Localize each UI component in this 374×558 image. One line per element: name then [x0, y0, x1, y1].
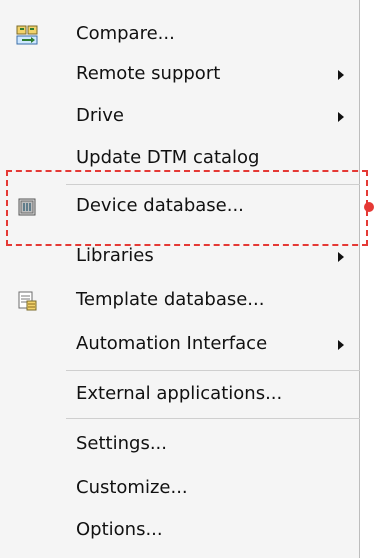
- template-database-icon: [16, 290, 38, 312]
- highlight-dot: [364, 202, 374, 212]
- menu-separator: [66, 184, 360, 185]
- menu-item-label: External applications...: [76, 383, 283, 404]
- menu-item-label: Drive: [76, 105, 124, 126]
- menu-item-label: Automation Interface: [76, 333, 268, 354]
- menu-item-label: Customize...: [76, 477, 188, 498]
- menu-item-label: Options...: [76, 519, 163, 540]
- menu-item-label: Compare...: [76, 23, 175, 44]
- menu-item-label: Remote support: [76, 63, 221, 84]
- menu-item-remote-support[interactable]: Remote support: [0, 54, 360, 94]
- submenu-arrow-icon: [338, 340, 344, 350]
- submenu-arrow-icon: [338, 112, 344, 122]
- menu-item-drive[interactable]: Drive: [0, 96, 360, 136]
- menu-item-label: Device database...: [76, 195, 244, 216]
- menu-item-update-dtm-catalog[interactable]: Update DTM catalog: [0, 138, 360, 178]
- menu-item-customize[interactable]: Customize...: [0, 468, 360, 508]
- menu-item-template-database[interactable]: Template database...: [0, 280, 360, 320]
- menu-item-settings[interactable]: Settings...: [0, 424, 360, 464]
- menu-item-libraries[interactable]: Libraries: [0, 236, 360, 276]
- menu-item-device-database[interactable]: Device database...: [0, 186, 360, 226]
- submenu-arrow-icon: [338, 70, 344, 80]
- menu-item-label: Libraries: [76, 245, 154, 266]
- menu-separator: [66, 370, 360, 371]
- menu-item-options[interactable]: Options...: [0, 510, 360, 550]
- menu-item-label: Settings...: [76, 433, 167, 454]
- compare-icon: [16, 24, 38, 46]
- context-menu: Compare... Remote support Drive Update D…: [0, 0, 360, 558]
- submenu-arrow-icon: [338, 252, 344, 262]
- menu-item-label: Update DTM catalog: [76, 147, 260, 168]
- menu-separator: [66, 418, 360, 419]
- menu-item-label: Template database...: [76, 289, 265, 310]
- menu-item-external-applications[interactable]: External applications...: [0, 374, 360, 414]
- device-database-icon: [16, 196, 38, 218]
- menu-item-automation-interface[interactable]: Automation Interface: [0, 324, 360, 364]
- menu-item-compare[interactable]: Compare...: [0, 14, 360, 54]
